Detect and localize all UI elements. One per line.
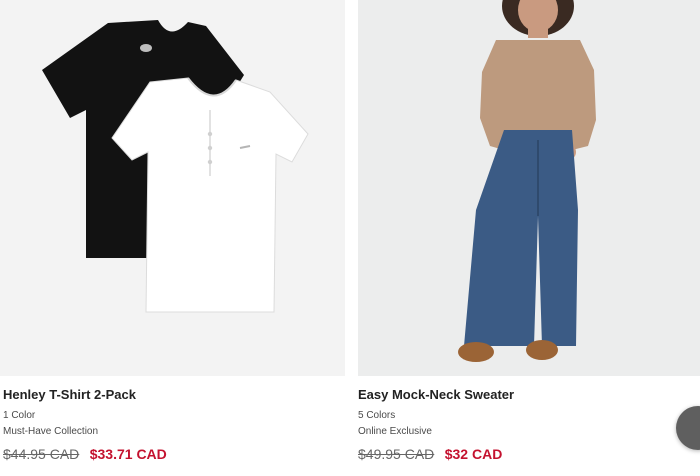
product-colors: 5 Colors: [358, 410, 396, 421]
model-sweater-jeans-image: [458, 0, 596, 362]
product-colors: 1 Color: [3, 410, 36, 421]
original-price: $44.95 CAD: [3, 446, 80, 462]
product-tag: Must-Have Collection: [3, 426, 99, 437]
product-image[interactable]: [0, 0, 345, 376]
sale-price: $33.71 CAD: [89, 446, 167, 462]
product-image[interactable]: [358, 0, 700, 376]
tshirt-2pack-image: [42, 20, 309, 313]
original-price: $49.95 CAD: [358, 446, 435, 462]
product-name[interactable]: Henley T-Shirt 2-Pack: [3, 386, 167, 404]
sale-price: $32 CAD: [444, 446, 503, 462]
scroll-up-button[interactable]: [676, 406, 700, 450]
product-name[interactable]: Easy Mock-Neck Sweater: [358, 386, 514, 404]
price-row: $44.95 CAD $33.71 CAD: [3, 446, 167, 464]
product-tag: Online Exclusive: [358, 426, 432, 437]
price-row: $49.95 CAD $32 CAD: [358, 446, 514, 464]
